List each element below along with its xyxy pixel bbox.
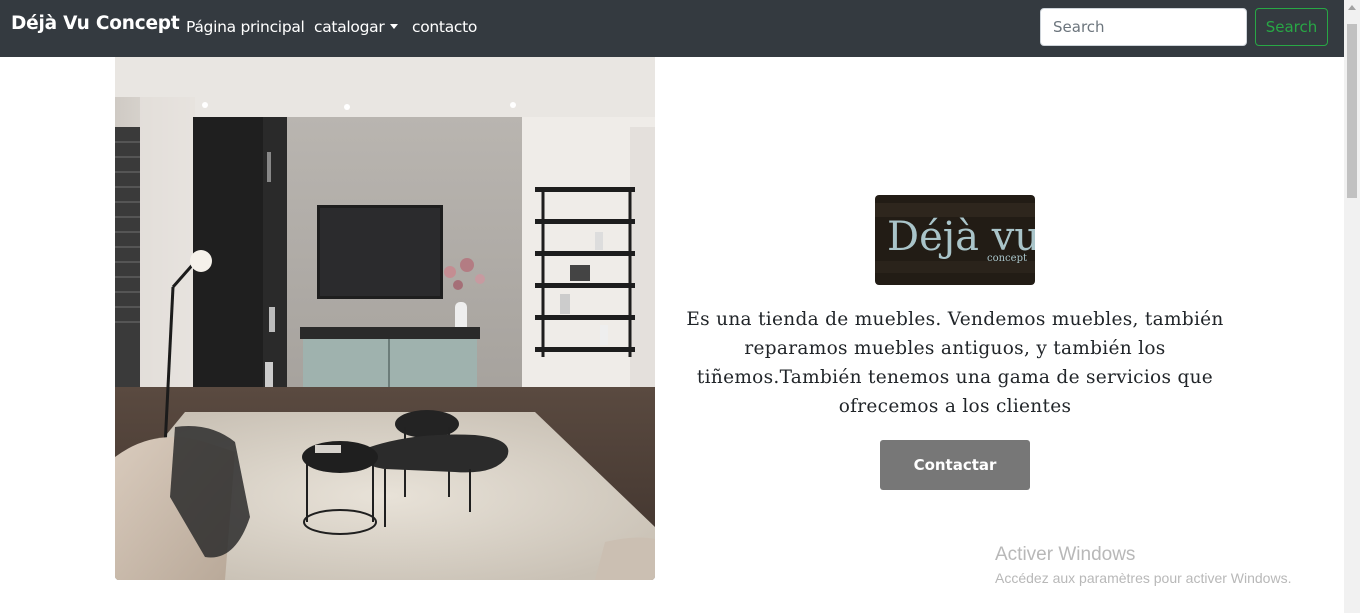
nav-catalog-label: catalogar [314, 18, 385, 36]
search-button[interactable]: Search [1255, 8, 1328, 46]
nav-dropdown-catalog[interactable]: catalogar [314, 18, 399, 36]
scrollbar-thumb[interactable] [1347, 24, 1357, 198]
navbar: Déjà Vu Concept Página principal catalog… [0, 0, 1344, 57]
windows-activation-subtitle: Accédez aux paramètres pour activer Wind… [995, 570, 1292, 586]
nav-link-contact[interactable]: contacto [412, 18, 477, 36]
contact-button[interactable]: Contactar [880, 440, 1030, 490]
living-room-image [115, 57, 655, 580]
search-input[interactable] [1040, 8, 1247, 46]
store-description: Es una tienda de muebles. Vendemos muebl… [686, 309, 1224, 417]
brand-link[interactable]: Déjà Vu Concept [11, 13, 180, 34]
logo-tagline: concept [987, 253, 1027, 264]
chevron-down-icon [390, 24, 399, 29]
deja-vu-logo: Déjà vu concept [875, 195, 1035, 285]
scroll-up-arrow-icon[interactable] [1348, 5, 1356, 10]
page-scrollbar[interactable] [1344, 0, 1360, 613]
nav-link-home[interactable]: Página principal [186, 18, 305, 36]
windows-activation-title: Activer Windows [995, 544, 1136, 565]
